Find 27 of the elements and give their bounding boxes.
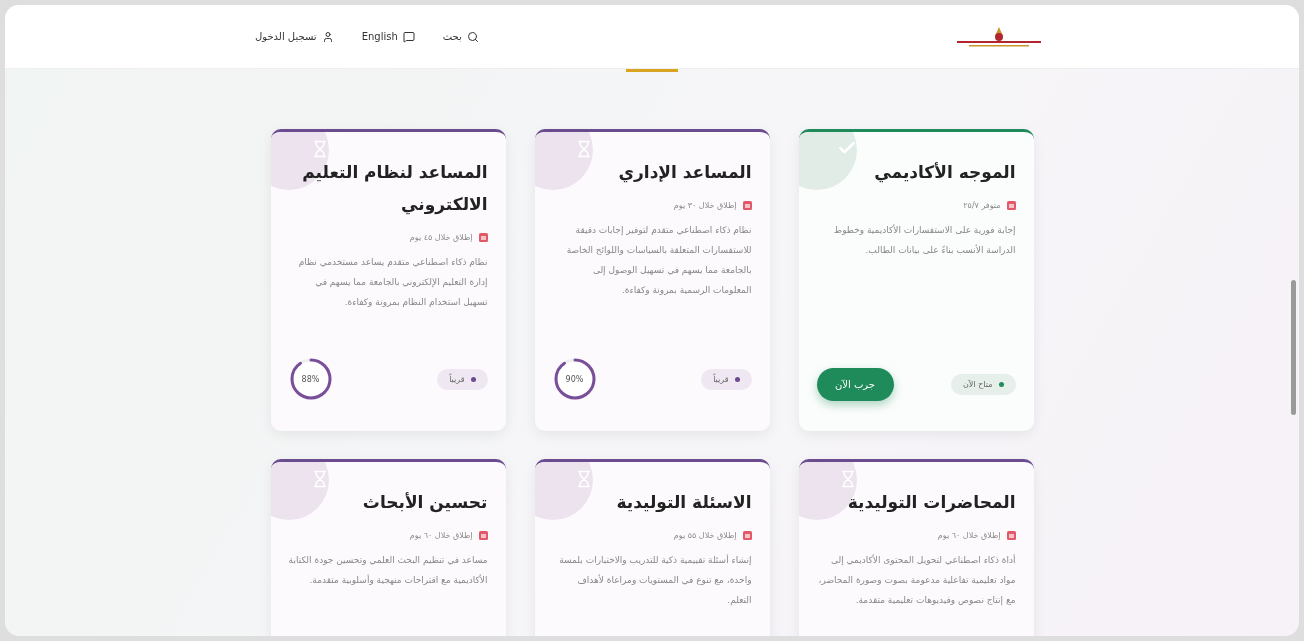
card-title: الموجه الأكاديمي bbox=[873, 161, 1016, 185]
status-badge: متاح الآن bbox=[951, 374, 1016, 395]
card-description: مساعد في تنظيم البحث العلمي وتحسين جودة الكتابة الأكاديمية مع اقتراحات منهجية وأسلوبية متقدمة. bbox=[288, 554, 488, 587]
card-title: الاسئلة التوليدية bbox=[615, 491, 752, 514]
card-date: إطلاق خلال ٦٠ يوم bbox=[937, 530, 1001, 540]
card-description: أداة ذكاء اصطناعي لتحويل المحتوى الأكاديمي إلى مواد تعليمية تفاعلية مدعومة بصوت وصورة المحاضر، مع إنتاج نصوص وفيديوهات تعليمية متقدمة. bbox=[817, 553, 1016, 608]
card-date: إطلاق خلال ٣٠ يوم bbox=[673, 200, 737, 210]
card-description: نظام ذكاء اصطناعي متقدم لتوفير إجابات دقيقة للاستفسارات المتعلقة بالسياسات واللوائح الخاصة بالجامعة مما يسهم في تسهيل الوصول إلى المعلومات الرسمية بمرونة وكفاءة. bbox=[565, 224, 752, 297]
card-title: المحاضرات التوليدية bbox=[846, 491, 1016, 515]
card-date: متوفر ٢٥/٧ bbox=[963, 200, 1001, 210]
progress-reading: 90% bbox=[565, 374, 584, 384]
card-description: نظام ذكاء اصطناعي متقدم يساعد مستخدمي نظام إدارة التعليم الإلكتروني بالجامعة مما يسهم في تسهيل استخدام النظام بمرونة وكفاءة. bbox=[297, 256, 488, 309]
status-badge: قريباً bbox=[701, 368, 752, 390]
card-date: إطلاق خلال ٦٠ يوم bbox=[409, 530, 473, 540]
card-description: إجابة فورية على الاستفسارات الأكاديمية وخطوط الدراسة الأنسب بناءً على بيانات الطالب. bbox=[832, 223, 1016, 257]
card-title: المساعد الإداري bbox=[617, 161, 752, 185]
nav-link[interactable]: تسجيل الدخول bbox=[255, 30, 334, 43]
progress-reading: 88% bbox=[301, 374, 320, 384]
card-date: إطلاق خلال ٥٥ يوم bbox=[673, 530, 737, 540]
nav-link[interactable]: بحث bbox=[442, 30, 479, 43]
card-title: تحسين الأبحاث bbox=[361, 491, 488, 515]
try-button[interactable]: جرب الآن bbox=[816, 368, 894, 401]
nav-link[interactable]: English bbox=[361, 30, 415, 43]
status-badge: قريباً bbox=[437, 368, 488, 390]
card-date: إطلاق خلال ٤٥ يوم bbox=[409, 232, 473, 242]
card-title: المساعد لنظام التعليم الالكتروني bbox=[301, 161, 488, 217]
card-description: إنشاء أسئلة تقييمية ذكية للتدريب والاختبارات بلمسة واحدة، مع تنوع في المستويات ومراعاة لأهداف التعلم. bbox=[558, 553, 752, 608]
